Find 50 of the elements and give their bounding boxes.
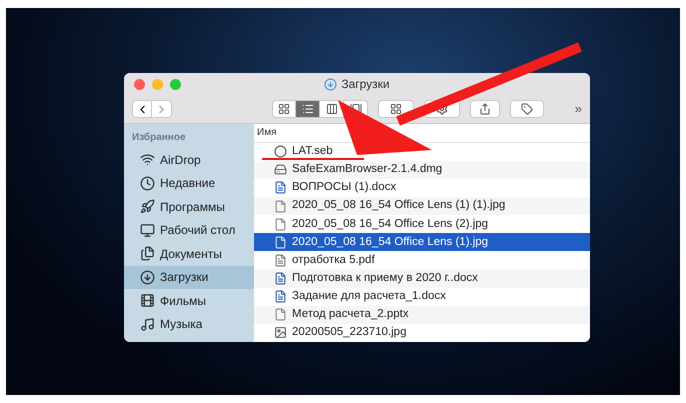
file-icon — [274, 200, 287, 213]
view-mode-button[interactable] — [272, 100, 296, 118]
sidebar-item[interactable]: Программы — [124, 195, 254, 218]
tag-button[interactable] — [510, 100, 544, 118]
file-icon — [274, 254, 287, 267]
grid-icon — [390, 103, 402, 115]
sidebar-item-icon — [140, 246, 155, 262]
sidebar-item-icon — [140, 176, 155, 191]
file-row[interactable]: 2020_05_08 16_54 Office Lens (1) (1).jpg — [254, 196, 590, 216]
sidebar-item[interactable]: Недавние — [124, 172, 254, 195]
icons-view-icon — [278, 103, 290, 115]
file-row[interactable]: Задание для расчета_1.docx — [254, 288, 590, 306]
sidebar-item-icon — [140, 199, 155, 214]
sidebar-item[interactable]: AirDrop — [124, 148, 254, 172]
tag-icon — [521, 103, 533, 115]
file-icon — [274, 145, 287, 158]
file-row[interactable]: 2020_05_08 16_54 Office Lens (1).jpg — [254, 233, 590, 252]
sidebar-item-icon — [140, 222, 155, 238]
window-title: Загрузки — [341, 76, 390, 93]
more-button[interactable]: » — [574, 99, 582, 119]
file-icon — [274, 308, 287, 322]
view-mode-button[interactable] — [296, 100, 320, 118]
file-icon — [274, 290, 287, 304]
share-icon — [479, 103, 491, 115]
file-row[interactable]: отработка 5.pdf — [254, 251, 590, 270]
file-icon — [274, 181, 287, 194]
back-button[interactable] — [132, 100, 152, 118]
view-mode-button[interactable] — [320, 100, 344, 118]
file-icon — [274, 163, 287, 176]
sidebar-item-icon — [140, 152, 155, 168]
columns-view-icon — [326, 103, 338, 115]
file-row[interactable]: 20200505_223710.jpg — [254, 324, 590, 342]
sidebar-item[interactable]: Рабочий стол — [124, 218, 254, 242]
sidebar-item-icon — [140, 270, 155, 285]
file-icon — [274, 326, 287, 340]
file-icon — [274, 236, 287, 249]
file-row[interactable]: Метод расчета_2.pptx — [254, 306, 590, 324]
downloads-folder-icon — [324, 78, 338, 90]
file-row[interactable]: Подготовка к приему в 2020 г..docx — [254, 269, 590, 288]
share-button[interactable] — [470, 100, 500, 118]
sidebar-item[interactable]: Фильмы — [124, 289, 254, 312]
file-row[interactable]: SafeExamBrowser-2.1.4.dmg — [254, 160, 590, 179]
sidebar-item[interactable]: Документы — [124, 242, 254, 266]
sidebar-heading: Избранное — [131, 131, 187, 145]
file-icon — [274, 218, 287, 231]
sidebar-item-icon — [140, 316, 155, 332]
sidebar-item[interactable]: Загрузки — [124, 266, 254, 289]
sidebar-item-icon — [140, 293, 155, 308]
file-icon — [274, 272, 287, 286]
sidebar-item[interactable]: Музыка — [124, 312, 254, 336]
